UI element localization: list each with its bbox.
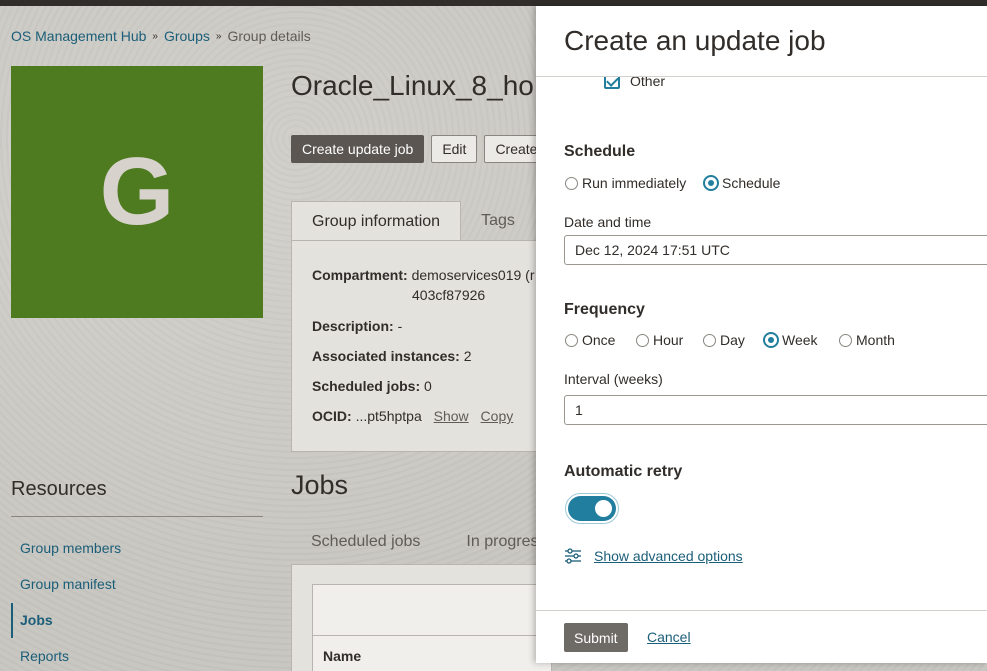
description-row: Description: -: [312, 318, 402, 334]
associated-instances-value: 2: [463, 348, 472, 364]
ocid-row: OCID: ...pt5hptpa Show Copy: [312, 408, 513, 424]
frequency-heading: Frequency: [564, 301, 645, 318]
frequency-week-label: Week: [782, 332, 818, 348]
resources-heading: Resources: [11, 478, 107, 500]
compartment-label: Compartment:: [312, 267, 408, 283]
ocid-show-link[interactable]: Show: [434, 408, 469, 424]
frequency-week-radio[interactable]: [763, 332, 779, 348]
description-label: Description:: [312, 318, 394, 334]
drawer-header: Create an update job: [536, 6, 987, 77]
breadcrumb-separator-icon: »: [215, 30, 222, 42]
breadcrumb-current: Group details: [227, 28, 311, 44]
description-value: -: [397, 318, 403, 334]
frequency-day-label: Day: [720, 332, 745, 348]
submit-button[interactable]: Submit: [564, 623, 628, 652]
tab-in-progress[interactable]: In progress: [466, 533, 546, 551]
sidebar-item-group-members[interactable]: Group members: [20, 540, 121, 556]
drawer-title: Create an update job: [564, 25, 826, 56]
column-header-name[interactable]: Name: [323, 648, 361, 664]
page-title: Oracle_Linux_8_ho: [291, 70, 534, 101]
sidebar-item-group-manifest[interactable]: Group manifest: [20, 576, 116, 592]
date-time-field[interactable]: Dec 12, 2024 17:51 UTC: [564, 235, 987, 265]
scheduled-jobs-label: Scheduled jobs:: [312, 378, 421, 394]
jobs-table: Name: [312, 584, 552, 671]
breadcrumb-os-management-hub[interactable]: OS Management Hub: [11, 28, 146, 44]
sidebar-item-jobs[interactable]: Jobs: [20, 612, 53, 628]
jobs-heading: Jobs: [291, 470, 349, 500]
show-advanced-options-link[interactable]: Show advanced options: [594, 548, 743, 564]
interval-field[interactable]: 1: [564, 395, 987, 425]
run-immediately-radio[interactable]: [565, 177, 578, 190]
edit-button[interactable]: Edit: [431, 135, 478, 163]
sidebar-item-reports[interactable]: Reports: [20, 648, 69, 664]
sliders-icon: [565, 548, 581, 564]
action-buttons: Create update job Edit Create: [291, 135, 549, 163]
breadcrumb-separator-icon: »: [152, 30, 158, 42]
toggle-knob: [595, 500, 612, 517]
frequency-hour-label: Hour: [653, 332, 684, 348]
tab-scheduled-jobs[interactable]: Scheduled jobs: [311, 533, 420, 551]
frequency-once-label: Once: [582, 332, 616, 348]
schedule-radio-label: Schedule: [722, 175, 781, 191]
schedule-radio[interactable]: [703, 175, 719, 191]
group-avatar-initial: G: [99, 138, 175, 245]
frequency-month-label: Month: [856, 332, 895, 348]
frequency-month-radio[interactable]: [839, 334, 852, 347]
tab-group-information[interactable]: Group information: [291, 201, 462, 241]
breadcrumb: OS Management Hub » Groups » Group detai…: [11, 28, 311, 44]
create-update-job-button[interactable]: Create update job: [291, 135, 425, 163]
scheduled-jobs-row: Scheduled jobs: 0: [312, 378, 432, 394]
frequency-hour-radio[interactable]: [636, 334, 649, 347]
group-information-panel: Compartment: demoservices019 (r 403cf879…: [291, 240, 551, 452]
date-time-label: Date and time: [564, 214, 652, 230]
detail-tabs: Group information Tags: [291, 201, 535, 241]
scheduled-jobs-value: 0: [424, 378, 432, 394]
group-avatar-tile: G: [11, 66, 263, 318]
automatic-retry-heading: Automatic retry: [564, 463, 683, 480]
compartment-row: Compartment: demoservices019 (r: [312, 267, 535, 283]
frequency-day-radio[interactable]: [703, 334, 716, 347]
compartment-value: demoservices019 (r: [411, 267, 535, 283]
ocid-copy-link[interactable]: Copy: [481, 408, 514, 424]
advanced-options: Show advanced options: [564, 548, 743, 564]
sidebar-active-indicator: [11, 603, 13, 638]
ocid-value: ...pt5hptpa: [355, 408, 422, 424]
jobs-tabs: Scheduled jobs In progress: [311, 533, 546, 551]
table-header-divider: [313, 635, 551, 636]
breadcrumb-groups[interactable]: Groups: [164, 28, 210, 44]
create-update-job-drawer: Create an update job Other Schedule Run …: [536, 6, 987, 663]
cancel-link[interactable]: Cancel: [647, 629, 691, 645]
interval-label: Interval (weeks): [564, 371, 663, 387]
run-immediately-label: Run immediately: [582, 175, 687, 191]
drawer-footer: Submit Cancel: [536, 610, 987, 663]
tab-tags[interactable]: Tags: [461, 201, 535, 241]
ocid-label: OCID:: [312, 408, 352, 424]
associated-instances-label: Associated instances:: [312, 348, 460, 364]
frequency-once-radio[interactable]: [565, 334, 578, 347]
associated-instances-row: Associated instances: 2: [312, 348, 472, 364]
schedule-heading: Schedule: [564, 143, 636, 160]
compartment-value-cont: 403cf87926: [412, 287, 486, 303]
resources-divider: [11, 516, 263, 517]
automatic-retry-toggle[interactable]: [565, 493, 619, 524]
